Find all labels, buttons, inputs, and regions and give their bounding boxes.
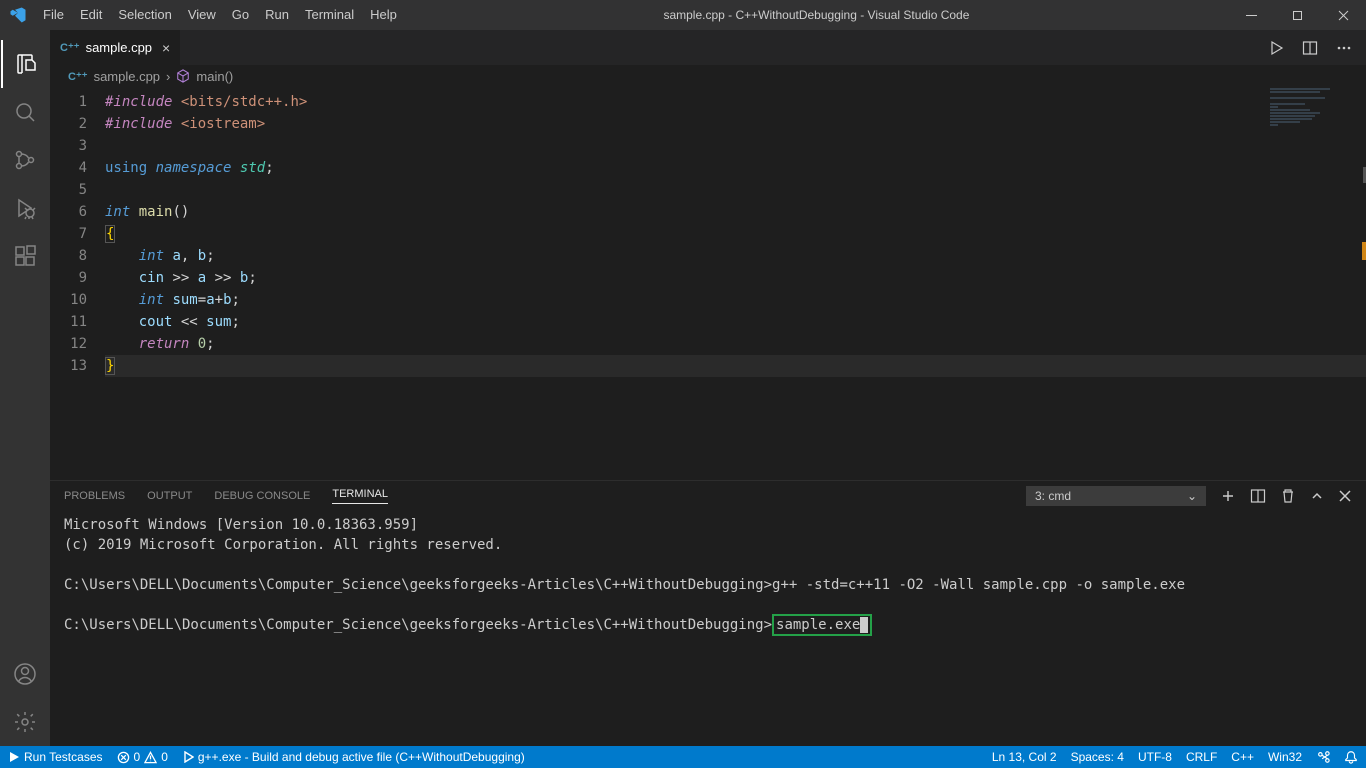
breadcrumb-file[interactable]: sample.cpp: [94, 69, 160, 84]
more-actions-icon[interactable]: [1336, 40, 1352, 56]
menu-help[interactable]: Help: [362, 0, 405, 30]
window-controls: [1228, 0, 1366, 30]
terminal-line: C:\Users\DELL\Documents\Computer_Science…: [64, 575, 1352, 595]
terminal-cursor: [860, 617, 868, 633]
accounts-icon[interactable]: [1, 650, 49, 698]
search-icon[interactable]: [1, 88, 49, 136]
status-run-testcases[interactable]: Run Testcases: [8, 750, 103, 764]
main-row: C⁺⁺ sample.cpp × C⁺⁺ sample.cpp › main()…: [0, 30, 1366, 746]
menu-go[interactable]: Go: [224, 0, 257, 30]
breadcrumb[interactable]: C⁺⁺ sample.cpp › main(): [50, 65, 1366, 87]
status-language[interactable]: C++: [1231, 750, 1254, 764]
kill-terminal-icon[interactable]: [1280, 488, 1296, 504]
status-encoding[interactable]: UTF-8: [1138, 750, 1172, 764]
close-button[interactable]: [1320, 0, 1366, 30]
panel-tab-debug-console[interactable]: DEBUG CONSOLE: [214, 490, 310, 502]
code-content[interactable]: #include <bits/stdc++.h> #include <iostr…: [105, 87, 1366, 480]
run-debug-icon[interactable]: [1, 184, 49, 232]
panel-tabs: PROBLEMS OUTPUT DEBUG CONSOLE TERMINAL 3…: [50, 481, 1366, 511]
menu-terminal[interactable]: Terminal: [297, 0, 362, 30]
maximize-button[interactable]: [1274, 0, 1320, 30]
symbol-method-icon: [176, 69, 190, 83]
extensions-icon[interactable]: [1, 232, 49, 280]
titlebar: File Edit Selection View Go Run Terminal…: [0, 0, 1366, 30]
panel-tab-output[interactable]: OUTPUT: [147, 490, 192, 502]
menu-run[interactable]: Run: [257, 0, 297, 30]
tab-close-icon[interactable]: ×: [162, 40, 170, 56]
tabs-row: C⁺⁺ sample.cpp ×: [50, 30, 1366, 65]
panel-tab-problems[interactable]: PROBLEMS: [64, 490, 125, 502]
close-panel-icon[interactable]: [1338, 489, 1352, 503]
chevron-down-icon: ⌄: [1187, 489, 1197, 503]
terminal-body[interactable]: Microsoft Windows [Version 10.0.18363.95…: [50, 511, 1366, 746]
minimize-button[interactable]: [1228, 0, 1274, 30]
minimap[interactable]: [1266, 87, 1366, 167]
status-indentation[interactable]: Spaces: 4: [1071, 750, 1124, 764]
code-editor[interactable]: 12345678910111213 #include <bits/stdc++.…: [50, 87, 1366, 480]
editor-actions: [1268, 30, 1366, 65]
terminal-selector-label: 3: cmd: [1035, 489, 1071, 503]
terminal-line: C:\Users\DELL\Documents\Computer_Science…: [64, 615, 1352, 635]
explorer-icon[interactable]: [1, 40, 49, 88]
menu-selection[interactable]: Selection: [110, 0, 179, 30]
maximize-panel-icon[interactable]: [1310, 489, 1324, 503]
cpp-file-icon: C⁺⁺: [68, 70, 88, 83]
split-terminal-icon[interactable]: [1250, 488, 1266, 504]
terminal-selector[interactable]: 3: cmd ⌄: [1026, 486, 1206, 506]
terminal-line: (c) 2019 Microsoft Corporation. All righ…: [64, 535, 1352, 555]
panel: PROBLEMS OUTPUT DEBUG CONSOLE TERMINAL 3…: [50, 480, 1366, 746]
menu-file[interactable]: File: [35, 0, 72, 30]
menu-edit[interactable]: Edit: [72, 0, 110, 30]
status-feedback-icon[interactable]: [1316, 750, 1330, 764]
overview-ruler-marker: [1362, 242, 1366, 260]
cpp-file-icon: C⁺⁺: [60, 41, 80, 54]
run-file-icon[interactable]: [1268, 40, 1284, 56]
new-terminal-icon[interactable]: [1220, 488, 1236, 504]
status-eol[interactable]: CRLF: [1186, 750, 1217, 764]
status-notifications-icon[interactable]: [1344, 750, 1358, 764]
source-control-icon[interactable]: [1, 136, 49, 184]
status-problems[interactable]: 0 0: [117, 750, 168, 764]
window-title: sample.cpp - C++WithoutDebugging - Visua…: [405, 8, 1228, 22]
tab-label: sample.cpp: [86, 40, 152, 55]
line-numbers: 12345678910111213: [50, 87, 105, 480]
tab-sample-cpp[interactable]: C⁺⁺ sample.cpp ×: [50, 30, 180, 65]
panel-tab-terminal[interactable]: TERMINAL: [332, 488, 388, 504]
split-editor-icon[interactable]: [1302, 40, 1318, 56]
status-bar: Run Testcases 0 0 g++.exe - Build and de…: [0, 746, 1366, 768]
terminal-line: [64, 555, 1352, 575]
menu-view[interactable]: View: [180, 0, 224, 30]
editor-area: C⁺⁺ sample.cpp × C⁺⁺ sample.cpp › main()…: [50, 30, 1366, 746]
settings-gear-icon[interactable]: [1, 698, 49, 746]
activity-bar: [0, 30, 50, 746]
status-cursor-position[interactable]: Ln 13, Col 2: [992, 750, 1057, 764]
vscode-logo-icon: [0, 6, 35, 24]
menu-bar: File Edit Selection View Go Run Terminal…: [35, 0, 405, 30]
status-build-task[interactable]: g++.exe - Build and debug active file (C…: [182, 750, 525, 764]
status-platform[interactable]: Win32: [1268, 750, 1302, 764]
terminal-line: Microsoft Windows [Version 10.0.18363.95…: [64, 515, 1352, 535]
terminal-line: [64, 595, 1352, 615]
breadcrumb-symbol[interactable]: main(): [196, 69, 233, 84]
chevron-right-icon: ›: [166, 69, 170, 84]
